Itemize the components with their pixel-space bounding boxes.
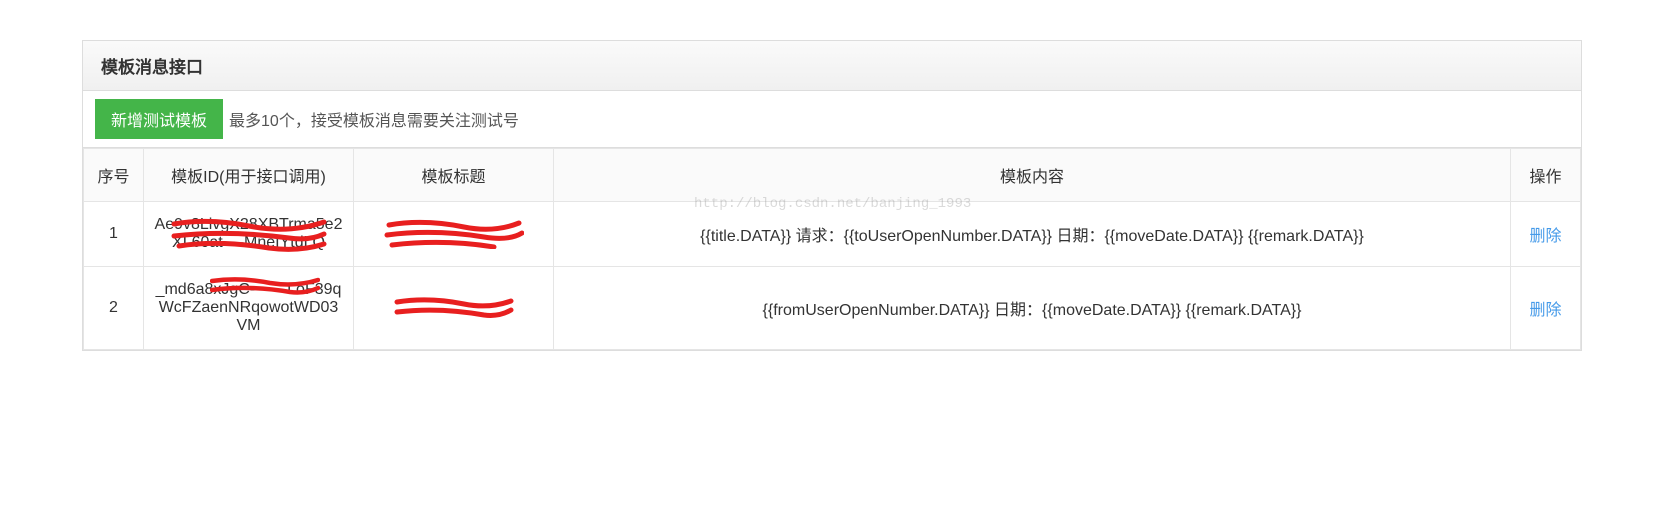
add-template-button[interactable]: 新增测试模板: [95, 99, 223, 139]
header-id: 模板ID(用于接口调用): [144, 149, 354, 202]
table-row: 1 Ae9v8LivgX28XBTrma5e2XL60at----MneIYtd…: [84, 202, 1581, 267]
cell-content: http://blog.csdn.net/banjing_1993 {{titl…: [554, 202, 1511, 267]
redaction-mark: [394, 297, 514, 319]
toolbar-note: 最多10个，接受模板消息需要关注测试号: [229, 107, 519, 131]
header-content: 模板内容: [554, 149, 1511, 202]
cell-action: 删除: [1511, 267, 1581, 350]
cell-seq: 2: [84, 267, 144, 350]
header-seq: 序号: [84, 149, 144, 202]
delete-link[interactable]: 删除: [1529, 228, 1561, 245]
templates-table: 序号 模板ID(用于接口调用) 模板标题 模板内容 操作 1 Ae9v8Livg…: [83, 148, 1581, 350]
cell-id: _md6a8xJgC-------LoF39qWcFZaenNRqowotWD0…: [144, 267, 354, 350]
redaction-mark: [384, 219, 524, 249]
panel-title: 模板消息接口: [83, 41, 1581, 91]
delete-link[interactable]: 删除: [1529, 302, 1561, 319]
cell-title: [354, 267, 554, 350]
table-row: 2 _md6a8xJgC-------LoF39qWcFZaenNRqowotW…: [84, 267, 1581, 350]
header-title: 模板标题: [354, 149, 554, 202]
cell-action: 删除: [1511, 202, 1581, 267]
cell-title: [354, 202, 554, 267]
header-action: 操作: [1511, 149, 1581, 202]
cell-seq: 1: [84, 202, 144, 267]
template-message-panel: 模板消息接口 新增测试模板 最多10个，接受模板消息需要关注测试号 序号 模板I…: [82, 40, 1582, 351]
toolbar: 新增测试模板 最多10个，接受模板消息需要关注测试号: [83, 91, 1581, 148]
cell-content: {{fromUserOpenNumber.DATA}} 日期：{{moveDat…: [554, 267, 1511, 350]
cell-id: Ae9v8LivgX28XBTrma5e2XL60at----MneIYtdLQ: [144, 202, 354, 267]
